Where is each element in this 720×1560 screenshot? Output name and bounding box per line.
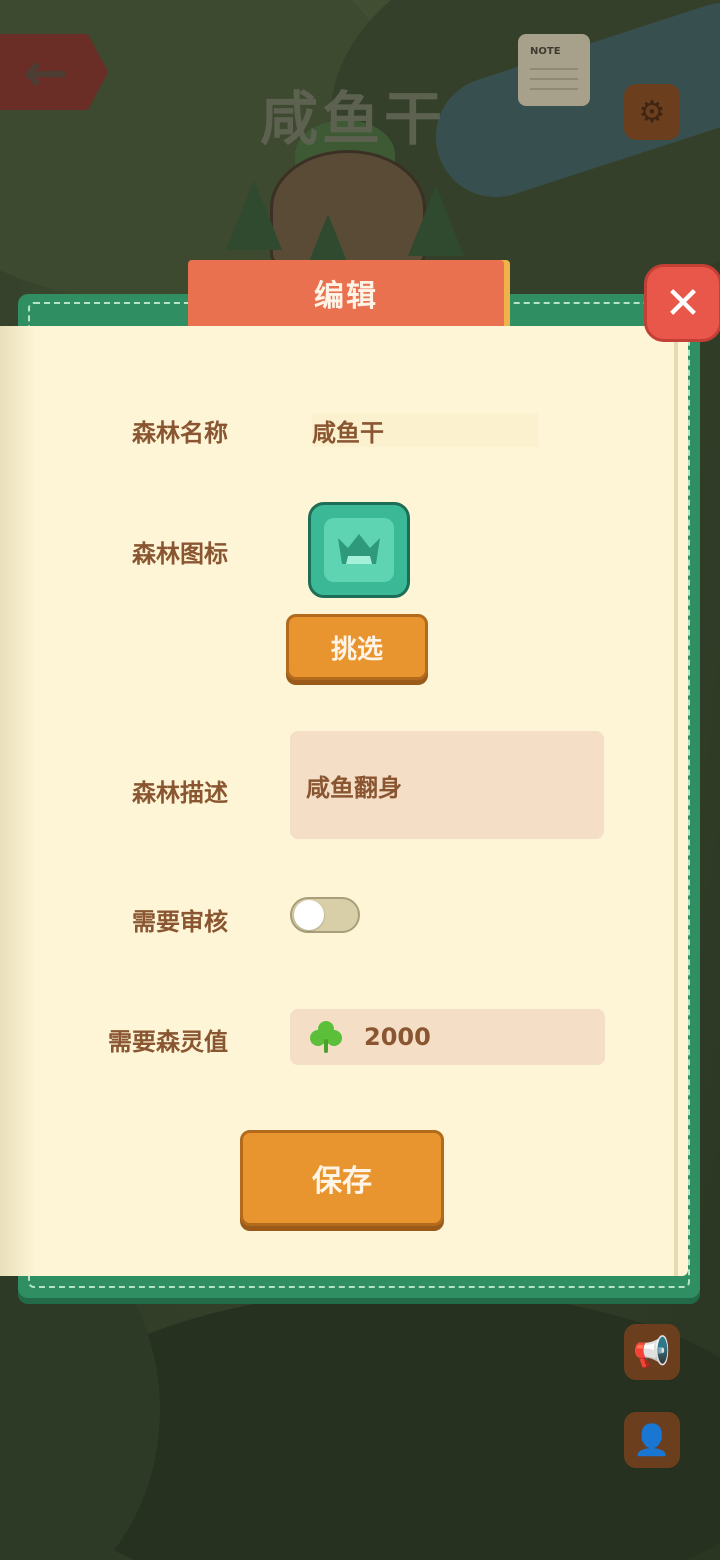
profile-icon: 👤 xyxy=(633,1422,671,1458)
forest-icon-preview xyxy=(308,502,410,598)
save-button[interactable]: 保存 xyxy=(240,1130,444,1226)
clover-icon xyxy=(310,1021,342,1053)
forest-name-input[interactable]: 咸鱼干 xyxy=(312,413,538,447)
announcement-button[interactable]: 📢 xyxy=(624,1324,680,1380)
dialog-title: 编辑 xyxy=(314,279,378,314)
forest-desc-label: 森林描述 xyxy=(132,779,228,807)
tree xyxy=(408,186,464,256)
back-button[interactable]: ← xyxy=(0,34,108,110)
forest-desc-value: 咸鱼翻身 xyxy=(306,773,402,802)
save-button-label: 保存 xyxy=(312,1164,372,1199)
profile-button[interactable]: 👤 xyxy=(624,1412,680,1468)
spirit-value-label: 需要森灵值 xyxy=(108,1028,228,1056)
gear-icon: ⚙ xyxy=(638,94,666,130)
settings-button[interactable]: ⚙ xyxy=(624,84,680,140)
tree xyxy=(226,180,282,250)
pick-button-label: 挑选 xyxy=(330,634,383,665)
close-button[interactable]: ✕ xyxy=(644,264,720,342)
pick-icon-button[interactable]: 挑选 xyxy=(286,614,428,680)
arrow-left-icon: ← xyxy=(23,40,69,104)
review-label: 需要审核 xyxy=(132,908,228,936)
forest-name-title: 咸鱼干 xyxy=(260,85,447,153)
spirit-value: 2000 xyxy=(364,1023,431,1051)
crown-icon xyxy=(338,534,380,564)
close-icon: ✕ xyxy=(664,277,702,329)
megaphone-icon: 📢 xyxy=(633,1334,671,1370)
forest-name-label: 森林名称 xyxy=(132,419,228,447)
toggle-knob xyxy=(294,900,324,930)
forest-icon-label: 森林图标 xyxy=(132,540,228,568)
dialog-title-tab: 编辑 xyxy=(188,260,504,326)
note-button[interactable]: NOTE xyxy=(518,34,590,106)
forest-desc-input[interactable]: 咸鱼翻身 xyxy=(290,731,604,839)
spirit-value-input[interactable]: 2000 xyxy=(290,1009,605,1065)
note-label: NOTE xyxy=(530,46,561,57)
review-toggle[interactable] xyxy=(290,897,360,933)
